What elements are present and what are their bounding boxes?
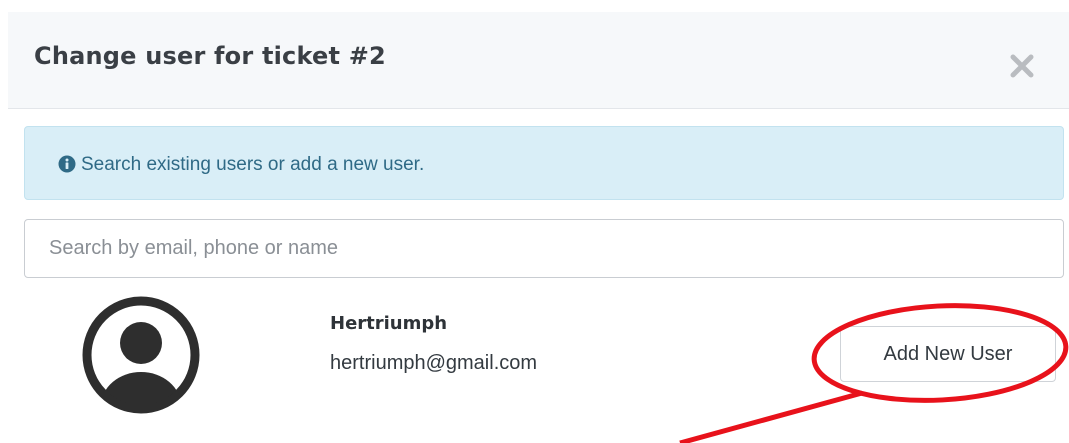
close-icon: [1010, 54, 1034, 78]
user-email: hertriumph@gmail.com: [330, 352, 538, 374]
user-name: Hertriumph: [330, 313, 448, 334]
info-circle-icon: [58, 155, 76, 173]
add-new-user-button[interactable]: Add New User: [840, 326, 1056, 382]
close-button[interactable]: [1006, 50, 1038, 82]
search-input[interactable]: [24, 219, 1064, 278]
info-alert: Search existing users or add a new user.: [24, 126, 1064, 200]
modal-header: Change user for ticket #2: [8, 12, 1069, 109]
info-alert-text: Search existing users or add a new user.: [81, 154, 425, 175]
annotation-arrow: [679, 390, 863, 443]
modal-title: Change user for ticket #2: [34, 42, 386, 70]
change-user-modal: Change user for ticket #2 Search existin…: [0, 0, 1069, 443]
user-avatar-icon: [82, 296, 200, 414]
